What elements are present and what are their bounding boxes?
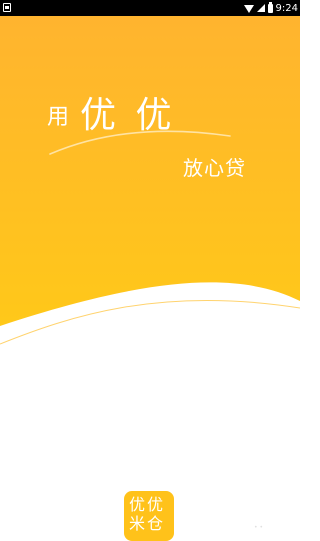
signal-icon [256, 4, 265, 12]
battery-icon [267, 1, 273, 13]
splash-prefix: 用 [47, 105, 71, 130]
logo-line-2: 米仓 [129, 514, 166, 533]
status-time: 9:24 [275, 2, 298, 14]
status-bar: 9:24 [0, 0, 300, 16]
app-logo: 优优 米仓 [124, 491, 174, 541]
yellow-wave [0, 16, 300, 326]
app-logo-text: 优优 米仓 [129, 495, 171, 533]
notification-icon [3, 3, 11, 12]
status-icons: 9:24 [243, 0, 298, 16]
wifi-icon [243, 4, 254, 13]
logo-line-1: 优优 [129, 495, 166, 514]
splash-brand: 优 优 [80, 95, 174, 136]
splash-tagline: 放心贷 [183, 156, 246, 180]
